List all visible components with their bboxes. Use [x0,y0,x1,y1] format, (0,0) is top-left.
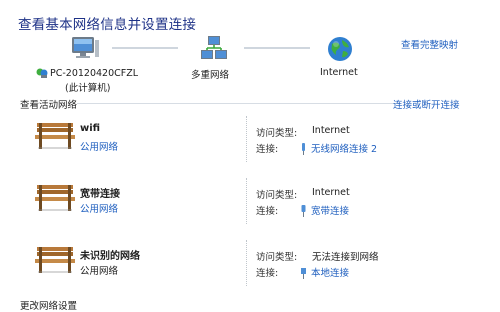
connection-key: 连接: [256,144,279,155]
computer-to-network-line [112,47,178,49]
row-divider [246,116,247,162]
view-full-map-link[interactable]: 查看完整映射 [401,37,458,51]
bench-icon [34,121,76,155]
bench-icon [34,245,76,279]
connect-disconnect-link[interactable]: 连接或断开连接 [393,97,460,111]
connection-link[interactable]: 宽带连接 [311,203,349,217]
multiple-networks-label: 多重网络 [191,70,230,81]
bench-icon [34,183,76,217]
globe-icon [327,36,353,62]
connection-link[interactable]: 无线网络连接 2 [311,141,377,155]
ethernet-icon [299,264,308,283]
page-title: 查看基本网络信息并设置连接 [18,17,197,33]
network-computer-icon [36,67,48,81]
network-type-link[interactable]: 公用网络 [80,139,118,153]
access-type-key: 访问类型: [256,252,298,263]
access-type-value: Internet [312,125,350,136]
access-type-value: Internet [312,187,350,198]
network-name: 未识别的网络 [80,251,140,262]
access-type-key: 访问类型: [256,128,298,139]
wireless-signal-icon [299,140,308,159]
access-type-value: 无法连接到网络 [312,252,379,263]
network-name: wifi [80,123,101,134]
computer-name-label: PC-20120420CFZL [36,67,138,81]
network-type-link: 公用网络 [80,266,119,277]
connection-key: 连接: [256,268,279,279]
row-divider [246,178,247,224]
active-networks-heading: 查看活动网络 [20,100,78,111]
internet-label: Internet [320,67,358,78]
network-to-internet-line [244,47,310,49]
section-divider [77,103,400,104]
computer-icon [70,36,100,62]
connection-link[interactable]: 本地连接 [311,265,349,279]
multiple-networks-icon [200,35,228,63]
network-name: 宽带连接 [80,189,120,200]
connection-key: 连接: [256,206,279,217]
computer-note-label: (此计算机) [65,83,111,94]
network-type-link[interactable]: 公用网络 [80,201,118,215]
access-type-key: 访问类型: [256,190,298,201]
broadband-icon [299,202,308,221]
change-network-settings-heading: 更改网络设置 [20,301,78,312]
row-divider [246,240,247,286]
